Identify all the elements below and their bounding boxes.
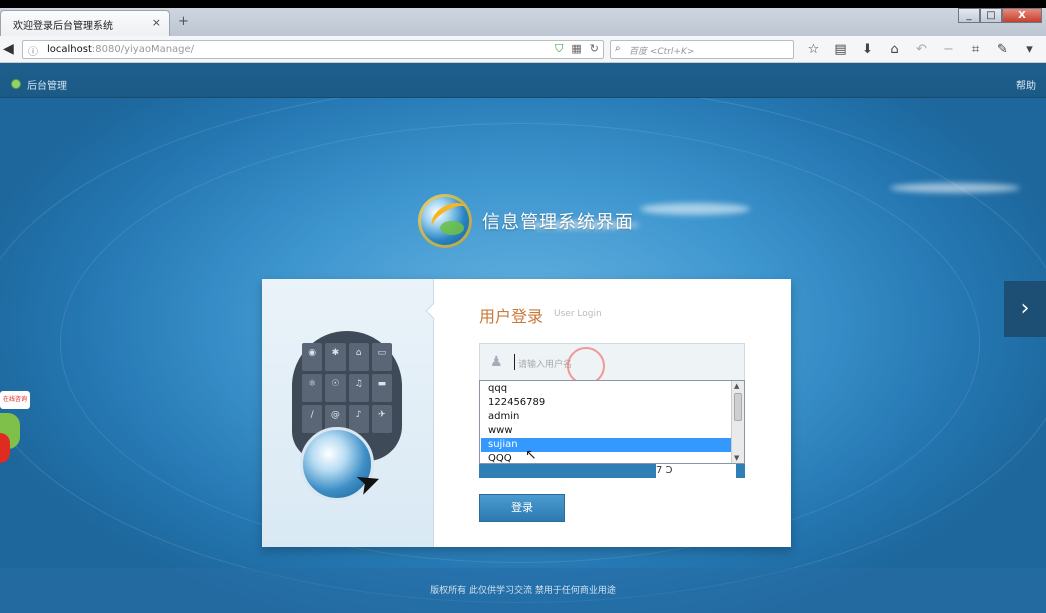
cloud-decoration [640, 203, 750, 215]
autocomplete-option[interactable]: www [481, 424, 732, 438]
tab-bar: 欢迎登录后台管理系统 × + _ □ X [0, 8, 1046, 36]
minus-icon[interactable]: − [935, 40, 962, 59]
navigation-bar: ◀ ⓘ localhost:8080/yiyaoManage/ ⛉ ▦ ↻ ⌕ … [0, 36, 1046, 63]
maximize-button[interactable]: □ [980, 8, 1002, 23]
qr-icon[interactable]: ▦ [571, 42, 581, 56]
dropdown-icon[interactable]: ▾ [1016, 40, 1043, 59]
minimize-button[interactable]: _ [958, 8, 980, 23]
login-button[interactable]: 登录 [479, 494, 565, 522]
icon-tile: ⚛ [302, 374, 323, 402]
pointer-icon: ➤ [350, 461, 387, 504]
text-caret [514, 354, 515, 370]
url-icons: ⛉ ▦ ↻ [555, 42, 599, 56]
url-text: localhost:8080/yiyaoManage/ [47, 44, 195, 55]
window-controls: _ □ X [958, 8, 1042, 24]
login-subtitle: User Login [554, 309, 602, 319]
cloud-decoration [890, 183, 1020, 193]
active-tab[interactable]: 欢迎登录后台管理系统 × [0, 10, 170, 36]
bookmark-star-icon[interactable]: ☆ [800, 40, 827, 59]
autocomplete-dropdown[interactable]: qqq 122456789 admin www sujian QQQ ▲ ▼ [479, 380, 745, 464]
scroll-down-icon[interactable]: ▼ [734, 454, 739, 462]
autocomplete-option-selected[interactable]: sujian [481, 438, 732, 452]
tab-title: 欢迎登录后台管理系统 [13, 21, 113, 32]
icon-tile: ▬ [371, 374, 392, 402]
icon-tile: ▭ [371, 343, 392, 371]
next-slide-button[interactable]: › [1004, 281, 1046, 337]
shield-icon[interactable]: ⛉ [555, 42, 563, 56]
home-icon[interactable]: ⌂ [881, 40, 908, 59]
home-badge-icon [11, 79, 21, 89]
address-bar[interactable]: ⓘ localhost:8080/yiyaoManage/ ⛉ ▦ ↻ [22, 40, 604, 59]
scroll-up-icon[interactable]: ▲ [734, 382, 739, 390]
captcha-image[interactable]: 7 Ɔ [656, 464, 736, 478]
extension-icon[interactable]: ✎ [989, 40, 1016, 59]
icon-tile: ⌂ [348, 343, 369, 371]
side-widget-badge[interactable]: 在线咨询 [0, 391, 30, 409]
username-placeholder: 请输入用户名 [518, 360, 573, 370]
page-header-title[interactable]: 后台管理 [27, 77, 67, 92]
icon-tile: ∕ [302, 405, 323, 433]
search-box[interactable]: ⌕ 百度 <Ctrl+K> [610, 40, 794, 59]
help-link[interactable]: 帮助 [1016, 77, 1036, 92]
side-widget-red[interactable] [0, 433, 10, 463]
search-icon: ⌕ [615, 43, 621, 54]
username-field[interactable]: ♟ 请输入用户名 [479, 343, 745, 381]
icon-tile: ✈ [371, 405, 392, 433]
toolbar-icons: ☆ ▤ ⬇ ⌂ ↶ − ⌗ ✎ ▾ ≡ [800, 40, 1046, 59]
icon-tile: ✱ [325, 343, 346, 371]
login-illustration: ◉ ✱ ⌂ ▭ ⚛ ☉ ♫ ▬ ∕ @ ♪ ✈ ➤ [262, 279, 434, 547]
login-title: 用户登录 [479, 307, 544, 326]
login-panel: ◉ ✱ ⌂ ▭ ⚛ ☉ ♫ ▬ ∕ @ ♪ ✈ ➤ 用户登录 User Logi… [262, 279, 791, 547]
footer-text: 版权所有 此仅供学习交流 禁用于任何商业用途 [430, 586, 616, 596]
autocomplete-option[interactable]: qqq [481, 382, 732, 396]
screen: 欢迎登录后台管理系统 × + _ □ X ◀ ⓘ localhost:8080/… [0, 0, 1046, 613]
icon-tile: ☉ [325, 374, 346, 402]
icon-tile: ♫ [348, 374, 369, 402]
app-icon-grid: ◉ ✱ ⌂ ▭ ⚛ ☉ ♫ ▬ ∕ @ ♪ ✈ [302, 343, 392, 433]
mouse-cursor-icon: ↖ [525, 447, 537, 463]
autocomplete-option[interactable]: 122456789 [481, 396, 732, 410]
reload-icon[interactable]: ↻ [590, 42, 599, 56]
download-icon[interactable]: ⬇ [854, 40, 881, 59]
logo-accent [440, 221, 464, 235]
user-icon: ♟ [490, 354, 503, 370]
info-icon[interactable]: ⓘ [28, 43, 38, 58]
search-placeholder: 百度 <Ctrl+K> [629, 47, 695, 57]
logo-text: 信息管理系统界面 [482, 212, 634, 233]
new-tab-button[interactable]: + [178, 14, 189, 29]
icon-tile: ♪ [348, 405, 369, 433]
crop-icon[interactable]: ⌗ [962, 40, 989, 59]
close-window-button[interactable]: X [1002, 8, 1042, 23]
reading-list-icon[interactable]: ▤ [827, 40, 854, 59]
back-arrow-icon[interactable]: ◀ [3, 40, 21, 58]
scroll-thumb[interactable] [734, 393, 742, 421]
page-content: 后台管理 帮助 信息管理系统界面 › 在线咨询 ◉ ✱ ⌂ ▭ ⚛ ☉ ♫ ▬ … [0, 63, 1046, 613]
icon-tile: ◉ [302, 343, 323, 371]
page-header: 后台管理 帮助 [0, 63, 1046, 98]
tab-close-icon[interactable]: × [152, 16, 161, 29]
autocomplete-option[interactable]: admin [481, 410, 732, 424]
undo-icon[interactable]: ↶ [908, 40, 935, 59]
top-border [0, 0, 1046, 8]
dropdown-scrollbar[interactable]: ▲ ▼ [731, 381, 744, 463]
